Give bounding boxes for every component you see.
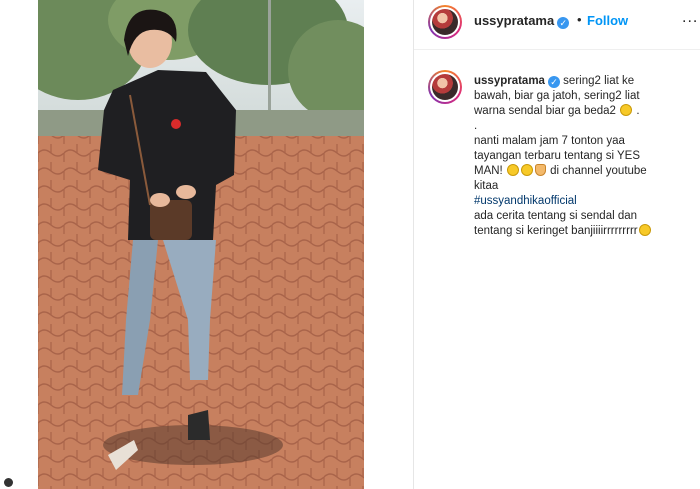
caption-line-11: tentang si keringet banjiiiirrrrrrrrr xyxy=(474,224,690,239)
caption-text: di channel youtube xyxy=(550,165,647,177)
grin-emoji-icon xyxy=(620,104,633,116)
grin-emoji-icon xyxy=(506,164,519,176)
header-separator: • xyxy=(577,12,582,27)
caption-text: tentang si keringet banjiiiirrrrrrrrr xyxy=(474,225,638,237)
more-options-icon[interactable]: ... xyxy=(682,9,698,27)
caption-line-6: tayangan terbaru tentang si YES xyxy=(474,150,641,162)
instagram-post: ussypratama ✓ • Follow ... ussypratama ✓ s… xyxy=(0,0,700,489)
grin-emoji-icon xyxy=(520,164,533,176)
verified-badge-icon: ✓ xyxy=(547,76,560,88)
grin-emoji-icon xyxy=(638,224,651,236)
caption-line-5: nanti malam jam 7 tonton yaa xyxy=(474,135,625,147)
caption-text: sering2 liat ke xyxy=(563,75,635,87)
page-indicator-dot xyxy=(4,478,13,487)
author-username[interactable]: ussypratama ✓ xyxy=(474,13,570,29)
post-photo[interactable] xyxy=(38,0,364,489)
post-header: ussypratama ✓ • Follow ... xyxy=(414,0,700,50)
hashtag-link[interactable]: #ussyandhikaofficial xyxy=(474,194,690,209)
follow-button[interactable]: Follow xyxy=(587,13,628,28)
caption-line-2: bawah, biar ga jatoh, sering2 liat xyxy=(474,90,640,102)
caption-text: warna sendal biar ga beda2 xyxy=(474,105,616,117)
caption-line-1: ussypratama ✓ sering2 liat ke xyxy=(474,74,690,89)
caption-line-8: kitaa xyxy=(474,180,499,192)
panel-divider xyxy=(413,0,414,489)
caption-username[interactable]: ussypratama xyxy=(474,75,545,87)
author-avatar[interactable] xyxy=(428,5,462,39)
avatar-image xyxy=(432,9,458,35)
verified-badge-icon: ✓ xyxy=(557,17,570,29)
caption-avatar-image xyxy=(432,74,458,100)
caption-avatar[interactable] xyxy=(428,70,462,104)
post-caption: ussypratama ✓ sering2 liat ke bawah, biar… xyxy=(474,74,690,239)
post-photo-illustration xyxy=(38,0,364,489)
caption-line-3: warna sendal biar ga beda2 . xyxy=(474,104,640,117)
author-username-text: ussypratama xyxy=(474,13,555,28)
caption-text: MAN! xyxy=(474,165,503,177)
caption-line-10: ada cerita tentang si sendal dan xyxy=(474,210,638,222)
caption-line-7: MAN! di channel youtube xyxy=(474,164,690,179)
pray-emoji-icon xyxy=(534,164,546,176)
caption-line-4: . xyxy=(474,120,478,132)
